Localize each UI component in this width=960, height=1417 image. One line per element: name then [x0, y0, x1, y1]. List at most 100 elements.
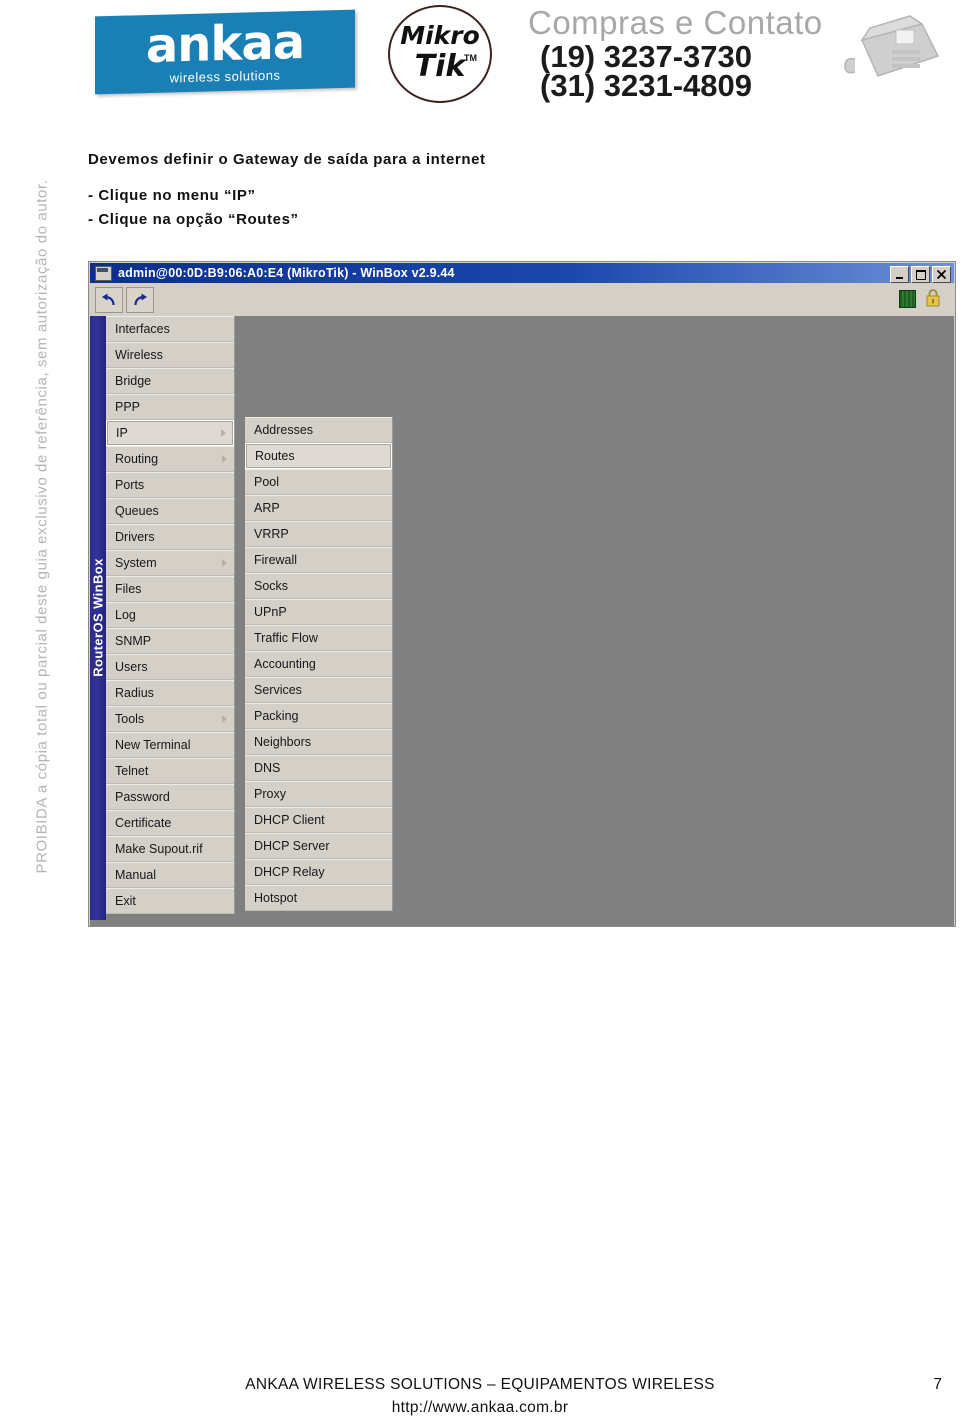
maximize-button[interactable] — [911, 266, 930, 283]
menu-item-label: Traffic Flow — [254, 631, 318, 645]
menu-item-ip[interactable]: IP — [106, 420, 234, 446]
connection-status-icon — [899, 290, 916, 308]
submenu-item-firewall[interactable]: Firewall — [245, 547, 392, 573]
winbox-toolbar — [90, 283, 954, 317]
instruction-step-2: - Clique na opção “Routes” — [88, 211, 299, 228]
submenu-item-proxy[interactable]: Proxy — [245, 781, 392, 807]
menu-item-label: Password — [115, 790, 170, 804]
winbox-title-text: admin@00:0D:B9:06:A0:E4 (MikroTik) - Win… — [118, 266, 455, 280]
menu-item-label: Certificate — [115, 816, 172, 830]
menu-item-telnet[interactable]: Telnet — [106, 758, 234, 784]
routeros-sidebar-band: RouterOS WinBox — [90, 316, 106, 920]
menu-item-password[interactable]: Password — [106, 784, 234, 810]
menu-item-make-supout-rif[interactable]: Make Supout.rif — [106, 836, 234, 862]
minimize-button[interactable] — [890, 266, 909, 283]
menu-item-label: Neighbors — [254, 735, 311, 749]
menu-item-label: DHCP Relay — [254, 865, 325, 879]
menu-item-label: Telnet — [115, 764, 149, 778]
menu-item-label: Files — [115, 582, 142, 596]
instruction-step-1: - Clique no menu “IP” — [88, 187, 256, 204]
menu-item-label: Services — [254, 683, 302, 697]
submenu-item-dns[interactable]: DNS — [245, 755, 392, 781]
menu-item-label: DHCP Server — [254, 839, 330, 853]
submenu-item-hotspot[interactable]: Hotspot — [245, 885, 392, 911]
footer-company: ANKAA WIRELESS SOLUTIONS – EQUIPAMENTOS … — [245, 1376, 715, 1393]
menu-item-label: SNMP — [115, 634, 152, 648]
submenu-item-socks[interactable]: Socks — [245, 573, 392, 599]
page-header: ankaa wireless solutions Mikro Tik TM Co… — [0, 0, 960, 104]
menu-item-wireless[interactable]: Wireless — [106, 342, 234, 368]
menu-item-users[interactable]: Users — [106, 654, 234, 680]
redo-arrow-icon — [134, 293, 147, 305]
submenu-item-routes[interactable]: Routes — [245, 443, 392, 469]
menu-item-label: Routing — [115, 452, 159, 466]
menu-item-label: Packing — [254, 709, 299, 723]
minimize-icon — [896, 276, 903, 279]
menu-item-label: Ports — [115, 478, 145, 492]
footer-page-number: 7 — [933, 1376, 942, 1393]
menu-item-label: New Terminal — [115, 738, 191, 752]
submenu-arrow-icon — [222, 715, 227, 723]
submenu-arrow-icon — [221, 429, 226, 437]
instructions-block: Devemos definir o Gateway de saída para … — [88, 148, 648, 232]
trademark-mark: TM — [464, 53, 477, 63]
menu-item-certificate[interactable]: Certificate — [106, 810, 234, 836]
menu-item-bridge[interactable]: Bridge — [106, 368, 234, 394]
menu-item-label: Routes — [255, 449, 295, 463]
menu-item-snmp[interactable]: SNMP — [106, 628, 234, 654]
winbox-window: admin@00:0D:B9:06:A0:E4 (MikroTik) - Win… — [88, 261, 956, 927]
submenu-item-dhcp-relay[interactable]: DHCP Relay — [245, 859, 392, 885]
desk-phone-icon — [844, 15, 940, 77]
submenu-item-dhcp-server[interactable]: DHCP Server — [245, 833, 392, 859]
menu-item-queues[interactable]: Queues — [106, 498, 234, 524]
submenu-item-pool[interactable]: Pool — [245, 469, 392, 495]
menu-item-radius[interactable]: Radius — [106, 680, 234, 706]
menu-item-interfaces[interactable]: Interfaces — [106, 316, 234, 342]
menu-item-label: Tools — [115, 712, 145, 726]
menu-item-ports[interactable]: Ports — [106, 472, 234, 498]
menu-item-log[interactable]: Log — [106, 602, 234, 628]
copyright-watermark: PROIBIDA a cópia total ou parcial deste … — [33, 179, 51, 874]
menu-item-label: DHCP Client — [254, 813, 325, 827]
menu-item-routing[interactable]: Routing — [106, 446, 234, 472]
menu-item-label: Exit — [115, 894, 136, 908]
submenu-item-arp[interactable]: ARP — [245, 495, 392, 521]
menu-item-drivers[interactable]: Drivers — [106, 524, 234, 550]
submenu-item-traffic-flow[interactable]: Traffic Flow — [245, 625, 392, 651]
close-button[interactable] — [932, 266, 951, 283]
contact-phone-secondary: (31) 3231-4809 — [540, 68, 752, 103]
submenu-item-vrrp[interactable]: VRRP — [245, 521, 392, 547]
ankaa-wordmark: ankaa — [145, 13, 305, 75]
submenu-item-neighbors[interactable]: Neighbors — [245, 729, 392, 755]
instruction-title: Devemos definir o Gateway de saída para … — [88, 151, 486, 168]
submenu-item-addresses[interactable]: Addresses — [245, 417, 392, 443]
menu-item-label: Addresses — [254, 423, 314, 437]
submenu-item-accounting[interactable]: Accounting — [245, 651, 392, 677]
menu-item-tools[interactable]: Tools — [106, 706, 234, 732]
menu-item-label: System — [115, 556, 157, 570]
submenu-item-upnp[interactable]: UPnP — [245, 599, 392, 625]
winbox-titlebar[interactable]: admin@00:0D:B9:06:A0:E4 (MikroTik) - Win… — [90, 263, 954, 283]
menu-item-label: Proxy — [254, 787, 286, 801]
submenu-item-services[interactable]: Services — [245, 677, 392, 703]
redo-button[interactable] — [126, 287, 154, 313]
menu-item-new-terminal[interactable]: New Terminal — [106, 732, 234, 758]
submenu-item-dhcp-client[interactable]: DHCP Client — [245, 807, 392, 833]
menu-item-label: Manual — [115, 868, 156, 882]
menu-item-exit[interactable]: Exit — [106, 888, 234, 914]
submenu-item-packing[interactable]: Packing — [245, 703, 392, 729]
menu-item-manual[interactable]: Manual — [106, 862, 234, 888]
menu-item-label: Drivers — [115, 530, 155, 544]
menu-item-label: VRRP — [254, 527, 289, 541]
menu-item-label: Accounting — [254, 657, 316, 671]
menu-item-ppp[interactable]: PPP — [106, 394, 234, 420]
menu-item-label: Users — [115, 660, 148, 674]
menu-item-label: Interfaces — [115, 322, 170, 336]
menu-item-files[interactable]: Files — [106, 576, 234, 602]
close-icon — [937, 270, 946, 279]
menu-item-system[interactable]: System — [106, 550, 234, 576]
undo-button[interactable] — [95, 287, 123, 313]
contact-heading: Compras e Contato — [528, 4, 823, 41]
winbox-main-menu: Interfaces Wireless Bridge PPP IP Routing Port… — [106, 316, 235, 914]
routeros-sidebar-label: RouterOS WinBox — [90, 558, 106, 677]
